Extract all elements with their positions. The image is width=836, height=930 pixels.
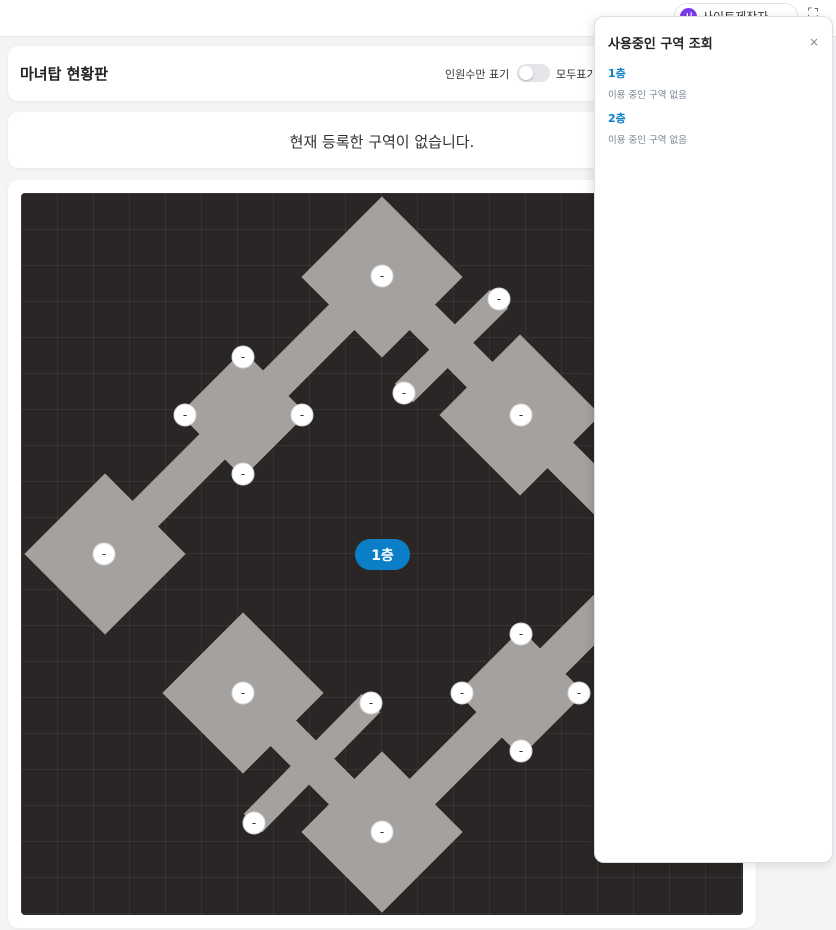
zone-node[interactable]: - [509, 403, 533, 427]
floor-status: 이용 중인 구역 없음 [608, 135, 687, 146]
zone-node-label: - [380, 269, 384, 283]
close-icon[interactable]: × [809, 35, 819, 49]
zone-node-label: - [380, 825, 384, 839]
floor-name[interactable]: 2층 [608, 110, 687, 126]
zone-node[interactable]: - [450, 681, 474, 705]
zone-node[interactable]: - [509, 739, 533, 763]
zone-node-label: - [519, 408, 523, 422]
floor-status: 이용 중인 구역 없음 [608, 90, 687, 101]
zone-node-label: - [577, 686, 581, 700]
page-title: 마녀탑 현황판 [20, 65, 109, 83]
panel-title: 사용중인 구역 조회 [608, 37, 713, 52]
zone-node[interactable]: - [487, 287, 511, 311]
zone-node[interactable]: - [231, 681, 255, 705]
zone-node-label: - [519, 627, 523, 641]
floor-section-1: 1층 이용 중인 구역 없음 [608, 65, 687, 101]
zone-node-label: - [369, 696, 373, 710]
floor-name[interactable]: 1층 [608, 65, 687, 81]
zone-node-label: - [460, 686, 464, 700]
zone-node[interactable]: - [359, 691, 383, 715]
zone-node[interactable]: - [392, 381, 416, 405]
zone-node-label: - [102, 547, 106, 561]
zone-node-label: - [183, 408, 187, 422]
zone-node[interactable]: - [231, 462, 255, 486]
zone-lookup-panel: 사용중인 구역 조회 × 1층 이용 중인 구역 없음 2층 이용 중인 구역 … [594, 16, 833, 863]
zone-node[interactable]: - [92, 542, 116, 566]
zone-node[interactable]: - [567, 681, 591, 705]
zone-node[interactable]: - [370, 264, 394, 288]
zone-node[interactable]: - [290, 403, 314, 427]
zone-node[interactable]: - [173, 403, 197, 427]
zone-node-label: - [252, 816, 256, 830]
zone-node-label: - [300, 408, 304, 422]
toggle-knob [519, 66, 533, 80]
zone-node-label: - [519, 744, 523, 758]
zone-node-label: - [241, 686, 245, 700]
zone-node[interactable]: - [231, 345, 255, 369]
zone-node-label: - [497, 292, 501, 306]
zone-node[interactable]: - [509, 622, 533, 646]
zone-node-label: - [241, 467, 245, 481]
count-only-label: 인원수만 표기 [445, 68, 510, 81]
zone-node-label: - [241, 350, 245, 364]
zone-node[interactable]: - [370, 820, 394, 844]
zone-node-label: - [402, 386, 406, 400]
floor-section-2: 2층 이용 중인 구역 없음 [608, 110, 687, 146]
count-only-toggle[interactable] [517, 64, 550, 82]
zone-node[interactable]: - [242, 811, 266, 835]
show-all-label: 모두표기 [556, 68, 597, 81]
floor-badge[interactable]: 1층 [355, 539, 410, 570]
